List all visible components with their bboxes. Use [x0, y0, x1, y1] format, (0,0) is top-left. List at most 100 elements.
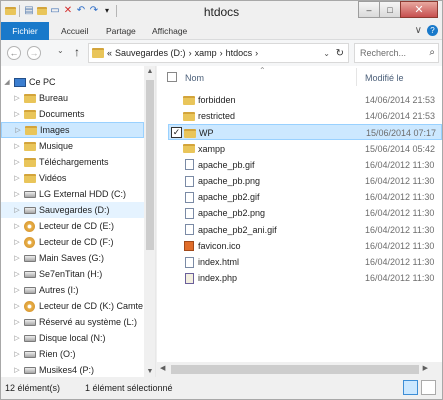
column-modified-header[interactable]: Modifié le	[365, 73, 404, 83]
breadcrumb-separator[interactable]: ›	[255, 48, 258, 58]
expand-arrow-icon[interactable]: ▷	[13, 270, 21, 278]
file-row[interactable]: forbidden 14/06/2014 21:53	[168, 92, 442, 108]
nav-item[interactable]: ▷ Lecteur de CD (K:) Camte	[1, 298, 144, 314]
expand-arrow-icon[interactable]: ▷	[14, 126, 22, 134]
forward-button[interactable]: →	[27, 46, 41, 60]
details-view-button[interactable]	[403, 380, 418, 395]
expand-arrow-icon[interactable]: ▷	[13, 206, 21, 214]
minimize-button[interactable]: –	[358, 1, 380, 18]
expand-arrow-icon[interactable]: ▷	[13, 158, 21, 166]
expand-arrow-icon[interactable]: ▷	[13, 302, 21, 310]
file-row[interactable]: xampp 15/06/2014 05:42	[168, 141, 442, 157]
expand-arrow-icon[interactable]: ▷	[13, 222, 21, 230]
file-row[interactable]: restricted 14/06/2014 21:53	[168, 108, 442, 124]
expand-arrow-icon[interactable]: ▷	[13, 350, 21, 358]
address-bar[interactable]: « Sauvegardes (D:) › xamp › htdocs › ⌄ ↻	[88, 43, 349, 63]
nav-item[interactable]: ▷ Lecteur de CD (F:)	[1, 234, 144, 250]
nav-item[interactable]: ▷ Se7enTitan (H:)	[1, 266, 144, 282]
nav-item[interactable]: ◢ Ce PC	[1, 74, 144, 90]
expand-arrow-icon[interactable]: ▷	[13, 286, 21, 294]
scroll-right-arrow[interactable]: ▶	[423, 364, 428, 372]
html-file-icon	[183, 256, 195, 268]
search-input[interactable]: Recherch... ⌕	[354, 43, 439, 63]
expand-arrow-icon[interactable]: ▷	[13, 254, 21, 262]
scroll-thumb[interactable]	[146, 80, 154, 250]
expand-arrow-icon[interactable]: ▷	[13, 334, 21, 342]
expand-arrow-icon[interactable]: ▷	[13, 142, 21, 150]
breadcrumb-separator[interactable]: ›	[220, 48, 223, 58]
recent-locations-dropdown[interactable]: ⌄	[57, 46, 64, 55]
file-row[interactable]: apache_pb2_ani.gif 16/04/2012 11:30	[168, 222, 442, 238]
breadcrumb-item[interactable]: htdocs	[226, 48, 253, 58]
horizontal-scrollbar[interactable]: ◀ ▶	[157, 362, 442, 377]
nav-item[interactable]: ▷ Rien (O:)	[1, 346, 144, 362]
nav-item[interactable]: ▷ Sauvegardes (D:)	[1, 202, 144, 218]
nav-item[interactable]: ▷ Musikes4 (P:)	[1, 362, 144, 377]
scroll-left-arrow[interactable]: ◀	[160, 364, 165, 372]
file-row[interactable]: favicon.ico 16/04/2012 11:30	[168, 238, 442, 254]
nav-item[interactable]: ▷ Images	[1, 122, 144, 138]
large-icons-view-button[interactable]	[421, 380, 436, 395]
breadcrumb-item[interactable]: Sauvegardes (D:)	[115, 48, 186, 58]
expand-arrow-icon[interactable]: ▷	[13, 190, 21, 198]
folder-icon	[23, 173, 36, 184]
back-button[interactable]: ←	[7, 46, 21, 60]
collapse-arrow-icon[interactable]: ◢	[3, 78, 11, 86]
tab-partage[interactable]: Partage	[106, 22, 136, 40]
tab-accueil[interactable]: Accueil	[61, 22, 88, 40]
expand-arrow-icon[interactable]: ▷	[13, 366, 21, 374]
nav-item[interactable]: ▷ Autres (I:)	[1, 282, 144, 298]
file-row[interactable]: apache_pb.png 16/04/2012 11:30	[168, 173, 442, 189]
scroll-thumb[interactable]	[171, 365, 419, 374]
file-row[interactable]: apache_pb2.png 16/04/2012 11:30	[168, 205, 442, 221]
file-row[interactable]: ✓ WP 15/06/2014 07:17	[168, 124, 442, 141]
column-name-header[interactable]: Nom	[185, 73, 204, 83]
file-row[interactable]: apache_pb.gif 16/04/2012 11:30	[168, 157, 442, 173]
file-row[interactable]: apache_pb2.gif 16/04/2012 11:30	[168, 189, 442, 205]
nav-item[interactable]: ▷ Téléchargements	[1, 154, 144, 170]
breadcrumb-item[interactable]: xamp	[195, 48, 217, 58]
expand-arrow-icon[interactable]: ▷	[13, 110, 21, 118]
file-row[interactable]: index.php 16/04/2012 11:30	[168, 270, 442, 286]
ico-file-icon	[183, 240, 195, 252]
expand-arrow-icon[interactable]: ▷	[13, 318, 21, 326]
nav-item[interactable]: ▷ LG External HDD (C:)	[1, 186, 144, 202]
drive-icon	[23, 253, 36, 264]
file-name: apache_pb.png	[198, 176, 261, 186]
select-all-checkbox[interactable]	[167, 72, 177, 82]
search-icon[interactable]: ⌕	[429, 44, 435, 62]
address-dropdown-icon[interactable]: ⌄	[323, 49, 330, 58]
folder-icon	[23, 157, 36, 168]
nav-item[interactable]: ▷ Vidéos	[1, 170, 144, 186]
php-file-icon	[183, 272, 195, 284]
expand-arrow-icon[interactable]: ▷	[13, 94, 21, 102]
nav-item[interactable]: ▷ Bureau	[1, 90, 144, 106]
nav-item[interactable]: ▷ Réservé au système (L:)	[1, 314, 144, 330]
breadcrumb-overflow[interactable]: «	[107, 48, 112, 58]
nav-item[interactable]: ▷ Disque local (N:)	[1, 330, 144, 346]
nav-item[interactable]: ▷ Main Saves (G:)	[1, 250, 144, 266]
expand-arrow-icon[interactable]: ▷	[13, 174, 21, 182]
breadcrumb-separator[interactable]: ›	[189, 48, 192, 58]
ribbon-expand-icon[interactable]: ∨	[415, 25, 422, 36]
expand-arrow-icon[interactable]: ▷	[13, 238, 21, 246]
column-divider[interactable]	[356, 68, 357, 86]
nav-scrollbar[interactable]: ▲ ▼	[144, 66, 155, 377]
drive-icon	[23, 333, 36, 344]
nav-item[interactable]: ▷ Musique	[1, 138, 144, 154]
scroll-up-arrow[interactable]: ▲	[144, 68, 155, 75]
maximize-button[interactable]: □	[379, 1, 401, 18]
nav-item[interactable]: ▷ Lecteur de CD (E:)	[1, 218, 144, 234]
scroll-down-arrow[interactable]: ▼	[144, 368, 155, 375]
row-checkbox[interactable]: ✓	[171, 127, 182, 139]
up-button[interactable]: ↑	[74, 45, 80, 59]
navigation-pane: ◢ Ce PC ▷ Bureau ▷ Documents ▷ Images ▷ Musique ▷ T…	[1, 66, 156, 377]
refresh-icon[interactable]: ↻	[336, 48, 344, 59]
tab-fichier[interactable]: Fichier	[1, 22, 49, 40]
file-row[interactable]: index.html 16/04/2012 11:30	[168, 254, 442, 270]
nav-item[interactable]: ▷ Documents	[1, 106, 144, 122]
close-button[interactable]: ✕	[400, 1, 438, 18]
drive-icon	[23, 317, 36, 328]
tab-affichage[interactable]: Affichage	[152, 22, 187, 40]
help-icon[interactable]: ?	[427, 25, 438, 36]
